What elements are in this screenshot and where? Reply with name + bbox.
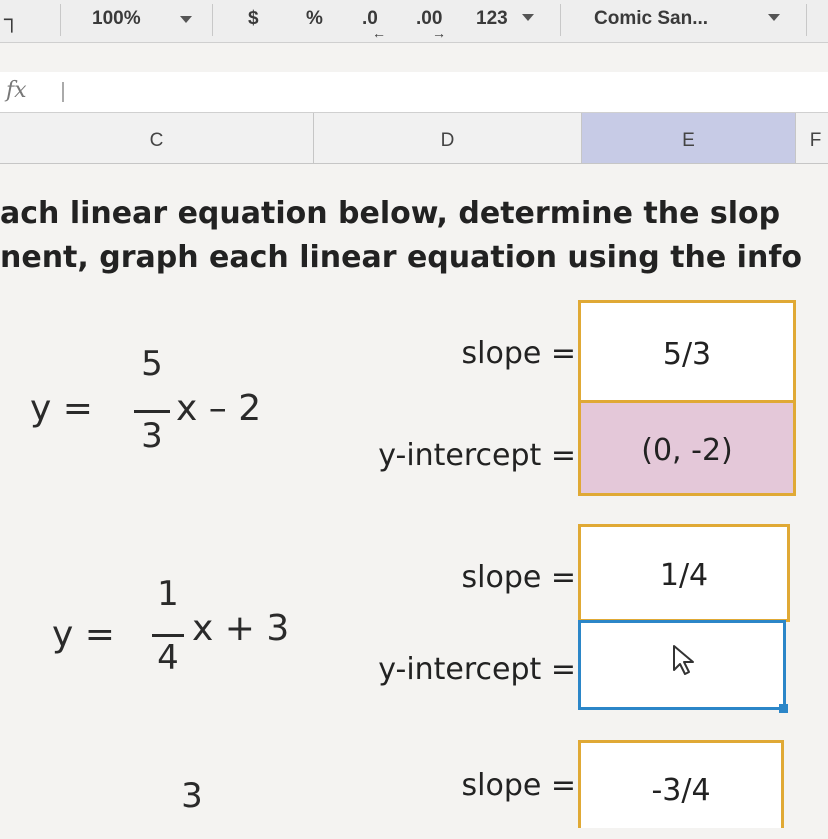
equation-1-denominator: 3	[141, 416, 163, 456]
font-chevron-down-icon[interactable]	[768, 14, 780, 21]
equation-1-rhs: x – 2	[176, 388, 262, 429]
equation-2-slope-cell[interactable]: 1/4	[578, 524, 790, 622]
arrow-right-icon: →	[432, 25, 446, 41]
font-family-select[interactable]: Comic San...	[594, 6, 708, 32]
column-headers: C D E F	[0, 113, 828, 164]
equation-2-rhs: x + 3	[192, 608, 290, 649]
equation-1-lhs: y =	[30, 388, 93, 429]
fill-handle[interactable]	[779, 704, 788, 713]
equation-2-intercept-label: y-intercept =	[378, 652, 576, 687]
equation-2-denominator: 4	[157, 638, 179, 678]
equation-2-lhs: y =	[52, 614, 115, 655]
equation-1-intercept-label: y-intercept =	[378, 438, 576, 473]
equation-2-fraction-bar	[152, 634, 184, 637]
toolbar-divider	[560, 4, 561, 36]
equation-1-intercept-cell[interactable]: (0, -2)	[578, 400, 796, 496]
column-header-f[interactable]: F	[796, 113, 828, 163]
equation-1-slope-label: slope =	[461, 336, 577, 371]
fx-icon: fx	[6, 78, 27, 103]
column-header-d[interactable]: D	[314, 113, 582, 163]
equation-2-slope-label: slope =	[461, 560, 577, 595]
zoom-chevron-down-icon[interactable]	[180, 16, 192, 23]
paint-format-icon[interactable]: ┐	[4, 6, 20, 32]
instruction-line-1: ach linear equation below, determine the…	[0, 196, 781, 231]
toolbar-divider	[212, 4, 213, 36]
zoom-select[interactable]: 100%	[92, 6, 141, 32]
mouse-pointer-icon	[673, 645, 694, 675]
equation-3-slope-label: slope =	[461, 768, 577, 803]
percent-format-button[interactable]: %	[306, 6, 323, 32]
equation-3-slope-cell[interactable]: -3/4	[578, 740, 784, 828]
more-formats-chevron-down-icon[interactable]	[522, 14, 534, 21]
equation-2-numerator: 1	[157, 574, 179, 614]
instruction-line-2: nent, graph each linear equation using t…	[0, 240, 802, 275]
equation-1-numerator: 5	[141, 344, 163, 384]
toolbar: ┐ 100% $ % .0 ← .00 → 123 Comic San...	[0, 0, 828, 43]
formula-divider	[62, 82, 64, 102]
equation-3-numerator: 3	[181, 776, 203, 816]
equation-1-fraction-bar	[134, 410, 170, 413]
currency-format-button[interactable]: $	[248, 6, 259, 32]
more-formats-button[interactable]: 123	[476, 6, 508, 32]
arrow-left-icon: ←	[372, 25, 386, 41]
formula-bar[interactable]: fx	[0, 72, 828, 113]
toolbar-divider	[806, 4, 807, 36]
column-header-e[interactable]: E	[582, 113, 796, 163]
toolbar-divider	[60, 4, 61, 36]
column-header-c[interactable]: C	[0, 113, 314, 163]
equation-1-slope-cell[interactable]: 5/3	[578, 300, 796, 404]
